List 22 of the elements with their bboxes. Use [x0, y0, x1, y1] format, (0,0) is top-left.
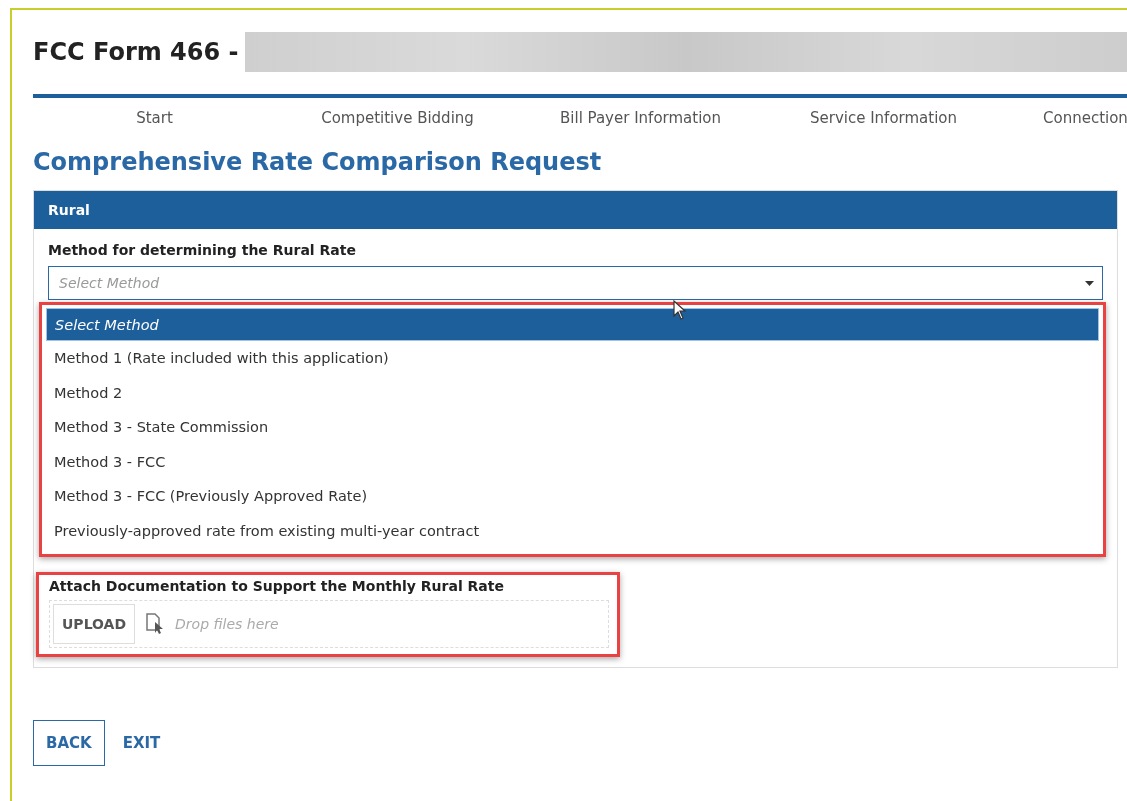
dropdown-option[interactable]: Method 3 - FCC [46, 444, 1099, 479]
dropdown-option[interactable]: Method 3 - State Commission [46, 410, 1099, 445]
step-label[interactable]: Bill Payer Information [560, 109, 721, 127]
dropdown-option[interactable]: Method 2 [46, 375, 1099, 410]
section-heading: Comprehensive Rate Comparison Request [33, 148, 603, 176]
panel-header: Rural [34, 191, 1117, 229]
dropdown-option[interactable]: Select Method [46, 308, 1099, 341]
field-label: Attach Documentation to Support the Monthly Rural Rate [49, 578, 505, 594]
dropdown-option[interactable]: Method 1 (Rate included with this application) [46, 341, 1099, 376]
page-title: FCC Form 466 - [33, 38, 239, 66]
upload-button[interactable]: UPLOAD [53, 604, 136, 644]
back-button[interactable]: BACK [33, 720, 105, 766]
drop-zone[interactable]: UPLOAD Drop files here [49, 600, 609, 648]
dropdown-option[interactable]: Method 3 - FCC (Previously Approved Rate) [46, 479, 1099, 514]
step-label[interactable]: Competitive Bidding [321, 109, 474, 127]
step-label[interactable]: Connection [1005, 109, 1127, 127]
field-label: Method for determining the Rural Rate [48, 242, 357, 258]
step-label[interactable]: Service Information [809, 109, 957, 127]
dropdown-option[interactable]: Previously-approved rate from existing multi-year contract [46, 513, 1099, 548]
drop-hint: Drop files here [175, 616, 279, 632]
step-label[interactable]: Start [136, 109, 173, 127]
caret-icon [1085, 280, 1094, 286]
